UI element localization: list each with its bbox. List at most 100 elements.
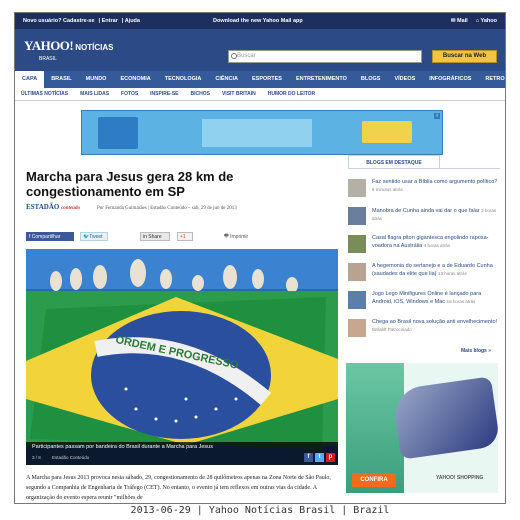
signup-link[interactable]: Novo usuário? Cadastre-se [23,18,95,24]
nav-mundo[interactable]: MUNDO [79,71,114,88]
pinterest-icon[interactable]: p [326,453,335,462]
logo-text: YAHOO! [24,38,74,53]
blog-thumbnail [348,179,366,197]
search-button[interactable]: Buscar na Web [432,50,497,63]
blog-item[interactable]: Jogo Lego Minifigures Online é lançado p… [348,291,500,313]
yahoo-shopping-logo: YAHOO! SHOPPING [436,475,484,481]
footer-caption: 2013-06-29 | Yahoo Notícias Brasil | Bra… [130,505,390,516]
linkedin-share-button[interactable]: in Share [140,232,170,241]
sub-nav: ÚLTIMAS NOTÍCIAS MAIS LIDAS FOTOS INSPIR… [15,88,505,101]
article-body: A Marcha para Jesus 2013 provoca nesta s… [26,475,331,501]
sneaker-image [391,376,498,460]
print-label: Imprimir [230,233,249,240]
nav-esportes[interactable]: ESPORTES [245,71,289,88]
blog-thumbnail [348,319,366,337]
blog-title: Faz sentido usar a Bíblia como argumento… [372,179,498,185]
search-input[interactable]: Buscar [228,50,422,63]
subnav-humor[interactable]: HUMOR DO LEITOR [262,88,321,100]
nav-tecnologia[interactable]: TECNOLOGIA [158,71,209,88]
login-link[interactable]: Entrar [102,18,118,24]
yahoo-link[interactable]: ⌂ Yahoo [476,18,497,24]
facebook-share-button[interactable]: f Compartilhar [26,232,74,241]
help-link[interactable]: Ajuda [125,18,140,24]
nav-capa[interactable]: CAPA [15,71,45,88]
photo-counter: 3 / 8 [32,455,41,460]
article-photo[interactable]: ORDEM E PROGRESSO Participantes passam p… [26,249,338,465]
photo-source: Estadão Conteúdo [52,455,90,460]
blog-item[interactable]: Faz sentido usar a Bíblia como argumento… [348,179,500,201]
blogs-divider [348,168,500,169]
nav-economia[interactable]: ECONOMIA [113,71,157,88]
subnav-mais-lidas[interactable]: MAIS LIDAS [74,88,115,100]
blog-thumbnail [348,207,366,225]
blog-thumbnail [348,291,366,309]
shopping-ad[interactable]: CONFIRA YAHOO! SHOPPING [346,363,498,493]
print-link[interactable]: 🖶 Imprimir [224,232,248,241]
main-nav: CAPA BRASIL MUNDO ECONOMIA TECNOLOGIA CI… [15,71,505,88]
nav-retrospectiva[interactable]: RETROSPECTIVA [478,71,505,88]
yahoo-logo[interactable]: YAHOO! NOTÍCIAS [24,38,113,54]
yahoo-label: Yahoo [480,18,497,24]
blog-thumbnail [348,263,366,281]
search-placeholder: Buscar [237,53,256,59]
mail-app-promo[interactable]: Download the new Yahoo Mail app [213,18,303,24]
header: YAHOO! NOTÍCIAS BRASIL Buscar Buscar na W… [15,29,505,71]
google-plus-button[interactable]: +1 [177,232,193,241]
blog-time: 4 horas atrás [423,243,450,248]
gp-label: +1 [180,233,186,240]
subnav-fotos[interactable]: FOTOS [115,88,144,100]
facebook-icon[interactable]: f [304,453,313,462]
blogs-header: BLOGS EM DESTAQUE [348,155,440,169]
in-label: Share [148,233,162,240]
logo-sub: NOTÍCIAS [75,43,114,52]
ad-graphic [202,119,312,147]
fb-label: Compartilhar [31,233,61,240]
blog-title: Chega ao Brasil nova solução anti envelh… [372,319,498,325]
banner-ad[interactable]: i [81,110,443,155]
blog-title: Manobra de Cunha ainda vai dar o que fal… [372,208,480,214]
blog-thumbnail [348,235,366,253]
subnav-ultimas[interactable]: ÚLTIMAS NOTÍCIAS [15,88,74,100]
nav-entretenimento[interactable]: ENTRETENIMENTO [289,71,354,88]
tweet-button[interactable]: 🐦 Tweet [80,232,108,241]
search-icon [231,53,237,59]
nav-ciencia[interactable]: CIÊNCIA [208,71,245,88]
article-title: Marcha para Jesus gera 28 km de congesti… [26,169,234,199]
subnav-inspire[interactable]: INSPIRE-SE [144,88,184,100]
nav-videos[interactable]: VÍDEOS [387,71,422,88]
browser-frame: Novo usuário? Cadastre-se | Entrar | Ajuda… [14,12,506,504]
blog-time: Bellalift Patrocinado [372,327,412,332]
blog-time: 13 horas atrás [438,271,467,276]
source-logo-text: ESTADÃO [26,203,60,211]
subnav-bichos[interactable]: BICHOS [185,88,216,100]
caption-text: Participantes passam por bandeira do Bra… [32,444,213,450]
blog-item[interactable]: Casal flagra piton gigantesca engolindo … [348,235,500,257]
flag-photo: ORDEM E PROGRESSO [26,249,338,465]
tw-label: Tweet [89,233,103,240]
photo-caption: Participantes passam por bandeira do Bra… [26,442,338,465]
top-bar: Novo usuário? Cadastre-se | Entrar | Ajuda… [15,13,505,29]
blog-item[interactable]: A hegemonia do sertanejo e a de Eduardo … [348,263,500,285]
ad-cta [362,121,412,143]
logo-brasil: BRASIL [39,56,57,62]
source-logo[interactable]: ESTADÃO conteúdo [26,203,80,211]
nav-blogs[interactable]: BLOGS [354,71,388,88]
adchoices-icon[interactable]: i [434,113,440,119]
nav-infograficos[interactable]: INFOGRÁFICOS [422,71,478,88]
source-logo-sub: conteúdo [61,206,80,211]
confira-button[interactable]: CONFIRA [352,473,396,487]
nav-brasil[interactable]: BRASIL [44,71,78,88]
blog-item[interactable]: Manobra de Cunha ainda vai dar o que fal… [348,207,500,229]
more-blogs-link[interactable]: Mais blogs » [461,348,491,354]
byline: Por Fernanda Guimarães | Estadão Conteúd… [97,206,237,211]
mail-link[interactable]: ✉ Mail [451,18,468,24]
blog-time: 6 minutos atrás [372,187,403,192]
home-icon: ⌂ [475,18,480,24]
twitter-icon[interactable]: t [315,453,324,462]
blog-title: A hegemonia do sertanejo e a de Eduardo … [372,263,493,277]
blog-time: 16 horas atrás [446,299,476,304]
blog-item[interactable]: Chega ao Brasil nova solução anti envelh… [348,319,500,341]
subnav-visit-britain[interactable]: VISIT BRITAIN [216,88,262,100]
mail-label: Mail [457,18,468,24]
ad-logo [98,117,138,149]
